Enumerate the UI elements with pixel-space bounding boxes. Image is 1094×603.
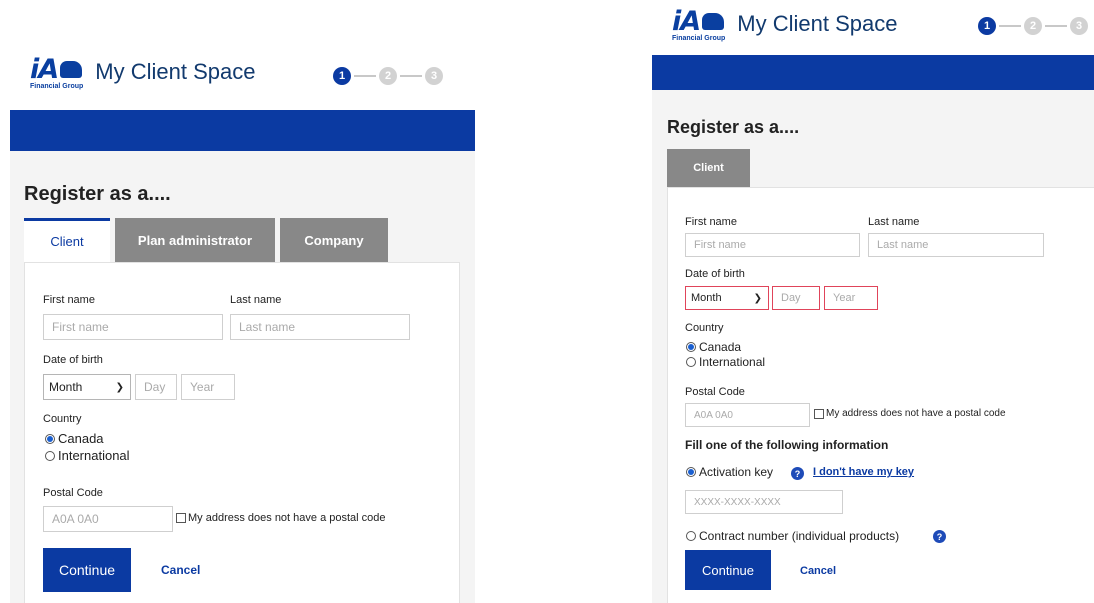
contract-number-radio[interactable]: Contract number (individual products) <box>686 529 899 543</box>
tab-company[interactable]: Company <box>280 218 388 262</box>
step-2: 2 <box>379 67 397 85</box>
last-name-input[interactable]: Last name <box>230 314 410 340</box>
postal-code-input[interactable]: A0A 0A0 <box>685 403 810 427</box>
year-input[interactable]: Year <box>824 286 878 310</box>
page-title: Register as a.... <box>667 117 800 137</box>
step-3: 3 <box>1070 17 1088 35</box>
no-postal-code-checkbox[interactable]: My address does not have a postal code <box>176 512 386 524</box>
header: iA Financial Group My Client Space 1 2 3 <box>652 0 1094 55</box>
first-name-label: First name <box>685 216 737 228</box>
day-input[interactable]: Day <box>135 374 177 400</box>
country-international-radio[interactable]: International <box>45 448 130 463</box>
country-label: Country <box>43 413 82 425</box>
continue-button[interactable]: Continue <box>43 548 131 592</box>
postal-code-label: Postal Code <box>685 386 745 398</box>
dob-label: Date of birth <box>43 354 103 366</box>
cancel-button[interactable]: Cancel <box>800 565 836 577</box>
step-2: 2 <box>1024 17 1042 35</box>
dob-label: Date of birth <box>685 268 745 280</box>
last-name-label: Last name <box>230 294 282 306</box>
register-tabs: Client <box>667 149 755 187</box>
client-form: First name First name Last name Last nam… <box>667 187 1094 603</box>
ia-logo: iA Financial Group My Client Space <box>672 6 898 42</box>
activation-key-input[interactable]: XXXX-XXXX-XXXX <box>685 490 843 514</box>
help-icon[interactable]: ? <box>933 530 946 543</box>
app-title: My Client Space <box>737 11 898 36</box>
progress-steps: 1 2 3 <box>978 17 1088 35</box>
first-name-input[interactable]: First name <box>685 233 860 257</box>
register-panel-mobile: iA Financial Group My Client Space 1 2 3… <box>652 0 1094 603</box>
activation-key-radio[interactable]: Activation key <box>686 465 773 479</box>
client-form: First name First name Last name Last nam… <box>24 262 460 603</box>
ia-logo: iA Financial Group My Client Space <box>30 55 256 90</box>
month-select[interactable]: Month ❯ <box>685 286 769 310</box>
last-name-label: Last name <box>868 216 920 228</box>
step-3: 3 <box>425 67 443 85</box>
chevron-down-icon: ❯ <box>753 292 762 304</box>
header-bar <box>652 55 1094 90</box>
postal-code-input[interactable]: A0A 0A0 <box>43 506 173 532</box>
cancel-button[interactable]: Cancel <box>161 563 200 577</box>
country-label: Country <box>685 322 724 334</box>
last-name-input[interactable]: Last name <box>868 233 1044 257</box>
header: iA Financial Group My Client Space 1 2 3 <box>10 55 475 110</box>
step-1: 1 <box>978 17 996 35</box>
no-key-link[interactable]: I don't have my key <box>813 466 914 478</box>
no-postal-code-checkbox[interactable]: My address does not have a postal code <box>814 408 1006 419</box>
year-input[interactable]: Year <box>181 374 235 400</box>
first-name-label: First name <box>43 294 95 306</box>
header-bar <box>10 110 475 151</box>
elephant-icon <box>702 13 725 30</box>
progress-steps: 1 2 3 <box>333 67 443 85</box>
day-input[interactable]: Day <box>772 286 820 310</box>
step-1: 1 <box>333 67 351 85</box>
month-select[interactable]: Month ❯ <box>43 374 131 400</box>
chevron-down-icon: ❯ <box>115 381 124 393</box>
tab-client[interactable]: Client <box>24 218 110 262</box>
country-canada-radio[interactable]: Canada <box>45 431 104 446</box>
tab-plan-administrator[interactable]: Plan administrator <box>115 218 275 262</box>
country-canada-radio[interactable]: Canada <box>686 340 741 354</box>
postal-code-label: Postal Code <box>43 487 103 499</box>
register-panel-desktop: iA Financial Group My Client Space 1 2 3… <box>10 55 475 603</box>
country-international-radio[interactable]: International <box>686 355 765 369</box>
first-name-input[interactable]: First name <box>43 314 223 340</box>
elephant-icon <box>60 61 83 78</box>
continue-button[interactable]: Continue <box>685 550 771 590</box>
app-title: My Client Space <box>95 59 256 84</box>
help-icon[interactable]: ? <box>791 467 804 480</box>
tab-client[interactable]: Client <box>667 149 750 187</box>
register-tabs: Client Plan administrator Company <box>24 218 393 262</box>
fill-info-heading: Fill one of the following information <box>685 438 889 452</box>
page-title: Register as a.... <box>24 183 171 205</box>
